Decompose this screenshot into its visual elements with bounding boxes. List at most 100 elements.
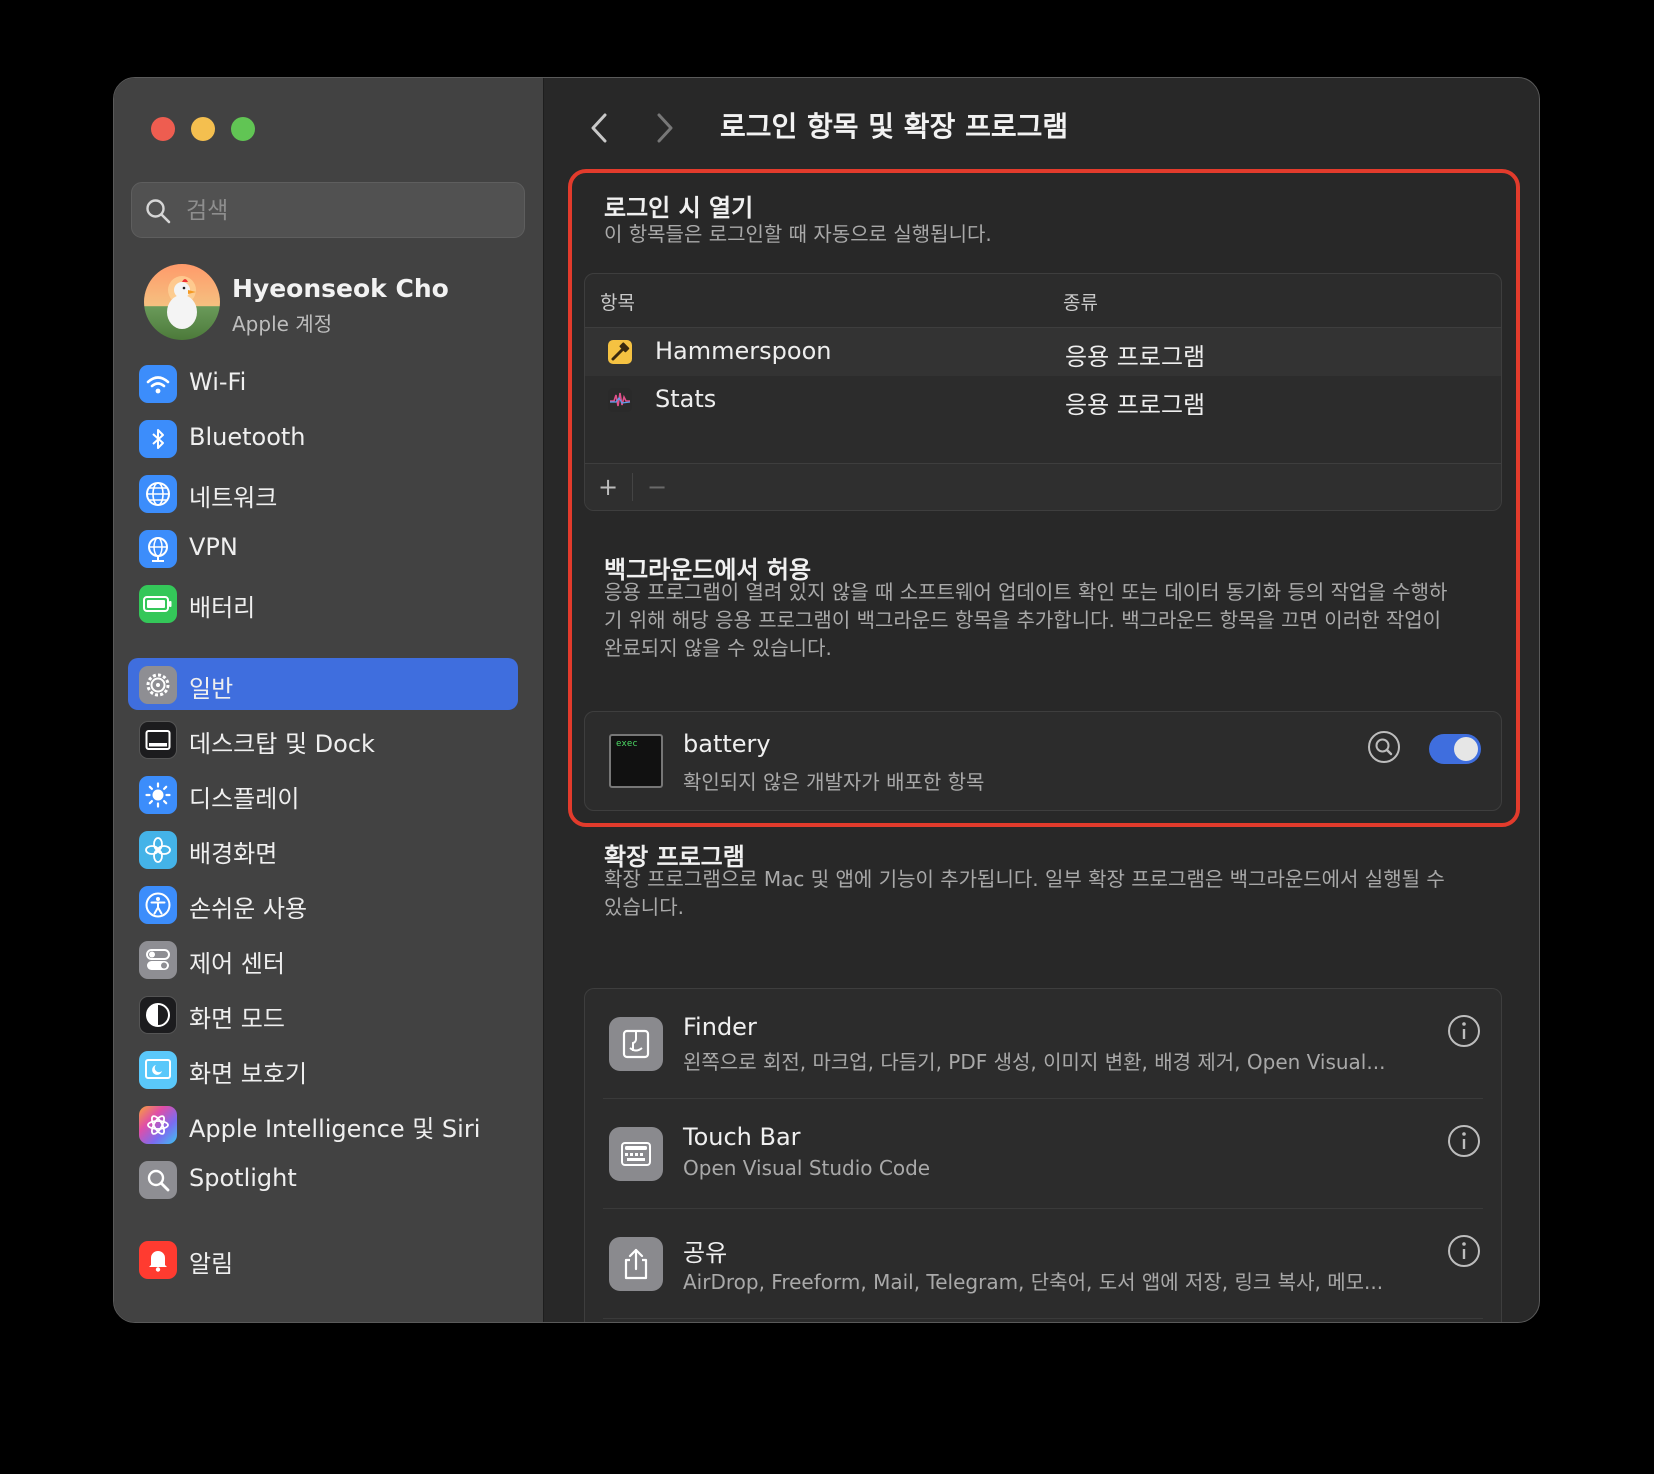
login-section-title: 로그인 시 열기 xyxy=(604,194,754,222)
sidebar-item-vpn[interactable]: VPN xyxy=(128,522,518,574)
info-icon[interactable] xyxy=(1447,1014,1481,1052)
table-row[interactable]: Hammerspoon 응용 프로그램 xyxy=(585,328,1501,376)
extensions-list: Finder 왼쪽으로 회전, 마크업, 다듬기, PDF 생성, 이미지 변환… xyxy=(584,988,1502,1322)
extension-subtitle: 왼쪽으로 회전, 마크업, 다듬기, PDF 생성, 이미지 변환, 배경 제거… xyxy=(683,1050,1386,1074)
sidebar-item-display[interactable]: 디스플레이 xyxy=(128,768,518,820)
sidebar-item-control-center[interactable]: 제어 센터 xyxy=(128,933,518,985)
list-item[interactable]: Finder 왼쪽으로 회전, 마크업, 다듬기, PDF 생성, 이미지 변환… xyxy=(585,989,1501,1099)
background-items-list: exec battery 확인되지 않은 개발자가 배포한 항목 xyxy=(584,711,1502,811)
touchbar-icon xyxy=(609,1127,663,1181)
profile-name: Hyeonseok Cho xyxy=(232,274,449,303)
column-header-kind: 종류 xyxy=(1063,292,1098,314)
sidebar-item-label: VPN xyxy=(189,533,238,561)
info-icon[interactable] xyxy=(1447,1124,1481,1162)
search-field[interactable] xyxy=(131,182,525,238)
magnifier-circle-icon xyxy=(1368,731,1400,763)
sidebar-item-label: 네트워크 xyxy=(189,484,278,512)
list-item[interactable]: exec battery 확인되지 않은 개발자가 배포한 항목 xyxy=(585,712,1501,810)
gear-icon xyxy=(139,666,177,704)
finder-icon xyxy=(609,1017,663,1071)
search-input[interactable] xyxy=(184,191,508,231)
list-item[interactable]: Touch Bar Open Visual Studio Code xyxy=(585,1099,1501,1209)
extension-subtitle: Open Visual Studio Code xyxy=(683,1156,931,1180)
reveal-in-finder-button[interactable] xyxy=(1367,730,1401,768)
background-section-description: 응용 프로그램이 열려 있지 않을 때 소프트웨어 업데이트 확인 또는 데이터… xyxy=(604,580,1448,660)
extensions-section-description: 확장 프로그램으로 Mac 및 앱에 기능이 추가됩니다. 일부 확장 프로그램… xyxy=(604,867,1445,919)
sun-icon xyxy=(139,776,177,814)
sidebar-item-desktop-dock[interactable]: 데스크탑 및 Dock xyxy=(128,713,518,765)
page-title: 로그인 항목 및 확장 프로그램 xyxy=(720,110,1069,143)
stats-icon xyxy=(607,387,633,413)
sidebar-item-battery[interactable]: 배터리 xyxy=(128,577,518,629)
zoom-button[interactable] xyxy=(231,117,255,141)
sidebar-item-label: 알림 xyxy=(189,1250,234,1278)
share-icon xyxy=(609,1237,663,1291)
table-footer: + − xyxy=(585,463,1501,510)
magnifier-icon xyxy=(139,1161,177,1199)
siri-icon xyxy=(139,1106,177,1144)
profile-subtitle: Apple 계정 xyxy=(232,312,333,336)
sidebar-item-notifications[interactable]: 알림 xyxy=(128,1233,518,1285)
sidebar-item-wifi[interactable]: Wi-Fi xyxy=(128,357,518,409)
extension-name: Finder xyxy=(683,1013,757,1041)
sidebar-item-wallpaper[interactable]: 배경화면 xyxy=(128,823,518,875)
accessibility-icon xyxy=(139,886,177,924)
sidebar-item-label: Apple Intelligence 및 Siri xyxy=(189,1115,481,1143)
sidebar-item-label: Wi-Fi xyxy=(189,368,247,396)
background-item-subtitle: 확인되지 않은 개발자가 배포한 항목 xyxy=(683,770,985,794)
flower-icon xyxy=(139,831,177,869)
sidebar-item-label: Spotlight xyxy=(189,1164,297,1192)
extension-name: Touch Bar xyxy=(683,1123,801,1151)
sidebar-item-screensaver[interactable]: 화면 보호기 xyxy=(128,1043,518,1095)
login-items-table: 항목 종류 Hammerspoon 응용 프로그램 Stats 응용 프로그램 … xyxy=(584,273,1502,511)
profile[interactable]: Hyeonseok Cho Apple 계정 xyxy=(144,264,524,344)
background-item-name: battery xyxy=(683,730,771,758)
sidebar-item-label: 배경화면 xyxy=(189,840,278,868)
vpn-globe-icon xyxy=(139,530,177,568)
sidebar-item-label: 일반 xyxy=(189,675,234,703)
battery-icon xyxy=(139,585,177,623)
item-kind: 응용 프로그램 xyxy=(1065,391,1206,419)
appearance-icon xyxy=(139,996,177,1034)
sidebar-item-appearance[interactable]: 화면 모드 xyxy=(128,988,518,1040)
screensaver-icon xyxy=(139,1051,177,1089)
search-icon xyxy=(146,199,171,224)
sidebar-item-label: 배터리 xyxy=(189,594,256,622)
sidebar-item-general[interactable]: 일반 xyxy=(128,658,518,710)
forward-button[interactable] xyxy=(650,108,680,148)
dock-icon xyxy=(139,721,177,759)
sidebar-item-label: 손쉬운 사용 xyxy=(189,895,308,923)
table-row[interactable]: Stats 응용 프로그램 xyxy=(585,376,1501,424)
sidebar-item-spotlight[interactable]: Spotlight xyxy=(128,1153,518,1205)
extension-subtitle: AirDrop, Freeform, Mail, Telegram, 단축어, … xyxy=(683,1270,1384,1294)
globe-icon xyxy=(139,475,177,513)
sidebar-item-label: 화면 보호기 xyxy=(189,1060,308,1088)
close-button[interactable] xyxy=(151,117,175,141)
add-item-button[interactable]: + xyxy=(588,471,628,503)
switches-icon xyxy=(139,941,177,979)
list-item[interactable]: 공유 AirDrop, Freeform, Mail, Telegram, 단축… xyxy=(585,1209,1501,1319)
item-name: Hammerspoon xyxy=(655,337,832,365)
toggle-knob xyxy=(1454,737,1478,761)
info-icon[interactable] xyxy=(1447,1234,1481,1272)
settings-window: Hyeonseok Cho Apple 계정 Wi-Fi Bluetooth 네… xyxy=(113,77,1540,1323)
bell-icon xyxy=(139,1241,177,1279)
chevron-left-icon xyxy=(591,113,607,143)
minimize-button[interactable] xyxy=(191,117,215,141)
sidebar-item-label: 디스플레이 xyxy=(189,785,300,813)
sidebar-item-siri[interactable]: Apple Intelligence 및 Siri xyxy=(128,1098,518,1150)
battery-toggle[interactable] xyxy=(1429,734,1481,764)
sidebar-item-label: 제어 센터 xyxy=(189,950,285,978)
bluetooth-icon xyxy=(139,420,177,458)
sidebar-item-bluetooth[interactable]: Bluetooth xyxy=(128,412,518,464)
sidebar-item-network[interactable]: 네트워크 xyxy=(128,467,518,519)
sidebar-item-label: 화면 모드 xyxy=(189,1005,285,1033)
wifi-icon xyxy=(139,365,177,403)
sidebar-item-label: Bluetooth xyxy=(189,423,306,451)
item-name: Stats xyxy=(655,385,717,413)
login-section-description: 이 항목들은 로그인할 때 자동으로 실행됩니다. xyxy=(604,222,992,246)
sidebar-item-accessibility[interactable]: 손쉬운 사용 xyxy=(128,878,518,930)
back-button[interactable] xyxy=(584,108,614,148)
main-pane: 로그인 항목 및 확장 프로그램 로그인 시 열기 이 항목들은 로그인할 때 … xyxy=(544,78,1539,1322)
remove-item-button[interactable]: − xyxy=(637,471,677,503)
